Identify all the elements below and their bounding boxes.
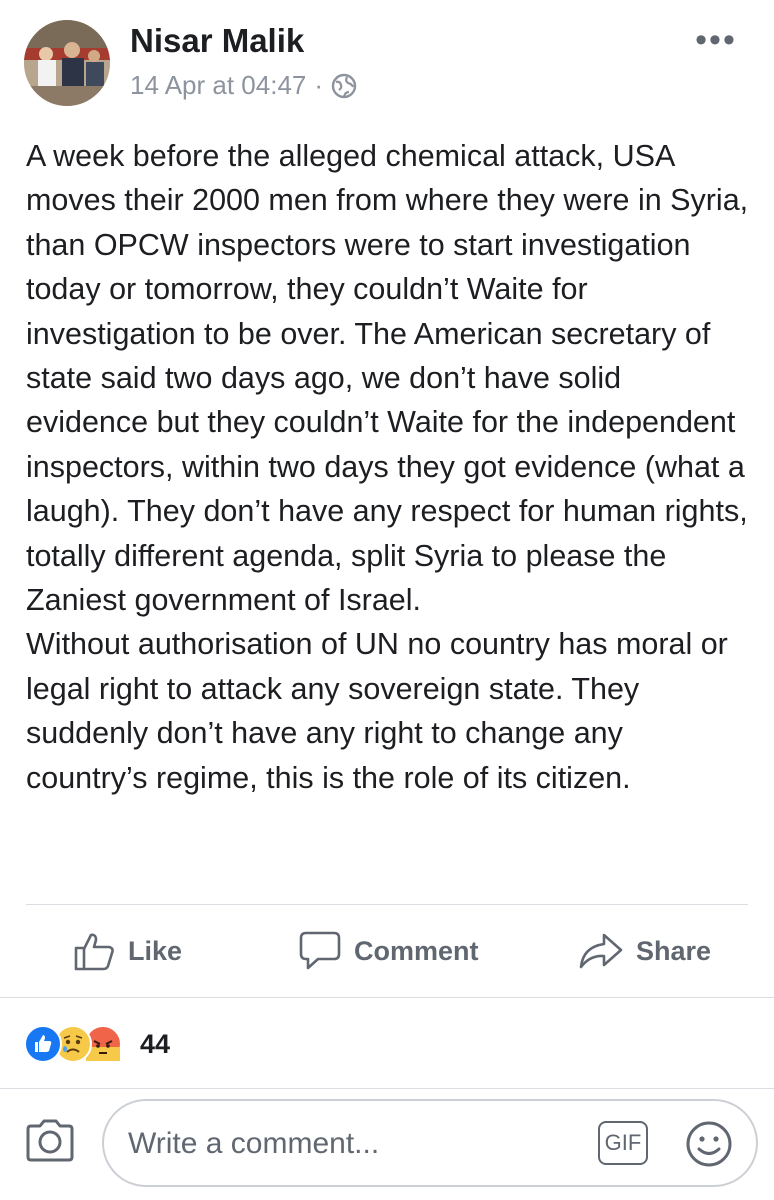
avatar-photo xyxy=(24,20,110,106)
like-reaction-icon xyxy=(24,1025,62,1063)
post-body: A week before the alleged chemical attac… xyxy=(26,134,751,800)
thumbs-up-icon xyxy=(74,933,114,971)
more-options-button[interactable]: ••• xyxy=(694,20,738,60)
comment-box[interactable]: GIF xyxy=(102,1099,758,1187)
comment-input[interactable] xyxy=(126,1119,570,1169)
post-meta: 14 Apr at 04:47 · xyxy=(130,70,357,101)
comment-label: Comment xyxy=(354,935,479,966)
comment-button[interactable]: Comment xyxy=(298,923,479,979)
like-button[interactable]: Like xyxy=(74,923,182,979)
comment-composer: GIF xyxy=(0,1089,774,1200)
divider xyxy=(0,997,774,998)
meta-separator: · xyxy=(314,70,324,100)
gif-button[interactable]: GIF xyxy=(598,1121,648,1165)
share-arrow-icon xyxy=(579,933,623,969)
post-paragraph: A week before the alleged chemical attac… xyxy=(26,139,749,618)
post-actions: Like Comment Share xyxy=(0,905,774,997)
globe-icon[interactable] xyxy=(331,73,357,99)
share-button[interactable]: Share xyxy=(578,923,711,979)
post-paragraph: Without authorisation of UN no country h… xyxy=(26,627,728,795)
author-name[interactable]: Nisar Malik xyxy=(130,22,304,60)
comment-icon xyxy=(299,931,341,970)
like-label: Like xyxy=(128,935,183,966)
reactions-summary[interactable]: 44 xyxy=(24,1024,170,1064)
emoji-icon[interactable] xyxy=(684,1119,734,1174)
reaction-count: 44 xyxy=(140,1028,171,1059)
post-header: Nisar Malik 14 Apr at 04:47 · ••• xyxy=(0,0,774,120)
post-timestamp[interactable]: 14 Apr at 04:47 xyxy=(130,70,306,101)
share-label: Share xyxy=(636,935,712,966)
avatar[interactable] xyxy=(24,20,110,106)
camera-icon[interactable] xyxy=(24,1117,76,1168)
